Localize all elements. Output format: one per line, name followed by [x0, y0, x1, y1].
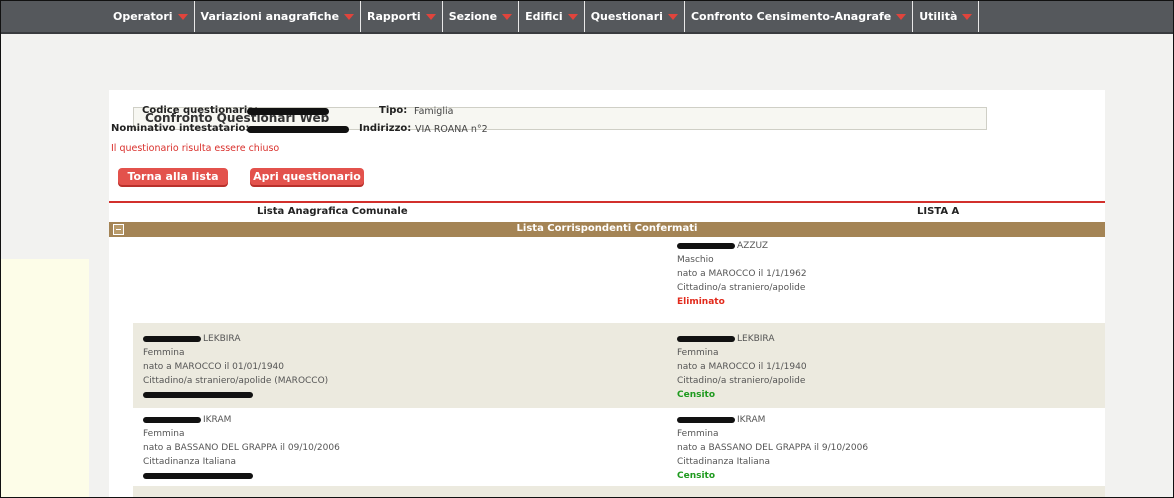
- left-side-panel: [1, 259, 89, 497]
- menu-utilita[interactable]: Utilità: [913, 1, 980, 32]
- menu-label: Operatori: [113, 10, 173, 23]
- menu-label: Variazioni anagrafiche: [200, 10, 340, 23]
- table-row: [133, 486, 1105, 497]
- birth-info: nato a MAROCCO il 01/01/1940: [143, 362, 284, 372]
- citizenship: Cittadinanza Italiana: [677, 457, 771, 467]
- menu-label: Confronto Censimento-Anagrafe: [690, 10, 892, 23]
- person-right: AZZUZ Maschio nato a MAROCCO il 1/1/1962…: [677, 239, 807, 309]
- section-title: Lista Corrispondenti Confermati: [516, 223, 698, 234]
- main-content: Confronto Questionari Web Codice questio…: [109, 90, 1105, 497]
- surname: LEKBIRA: [203, 334, 241, 344]
- divider-line: [109, 201, 1105, 203]
- menu-edifici[interactable]: Edifici: [519, 1, 585, 32]
- menu-rapporti[interactable]: Rapporti: [361, 1, 443, 32]
- redacted-code: [143, 473, 253, 479]
- citizenship: Cittadino/a straniero/apolide: [677, 376, 806, 386]
- gender: Femmina: [677, 429, 719, 439]
- open-questionnaire-button[interactable]: Apri questionario: [250, 168, 364, 185]
- menu-operatori[interactable]: Operatori: [107, 1, 195, 32]
- caret-down-icon: [962, 13, 973, 20]
- redacted-name: [677, 242, 735, 249]
- caret-down-icon: [502, 13, 513, 20]
- person-right: IKRAM Femmina nato a BASSANO DEL GRAPPA …: [677, 413, 868, 483]
- menu-variazioni-anagrafiche[interactable]: Variazioni anagrafiche: [195, 1, 362, 32]
- closed-warning: Il questionario risulta essere chiuso: [111, 143, 280, 154]
- gender: Femmina: [143, 429, 185, 439]
- birth-info: nato a MAROCCO il 1/1/1940: [677, 362, 807, 372]
- indirizzo-value: VIA ROANA n°2: [415, 124, 488, 135]
- status-badge: Eliminato: [677, 297, 725, 307]
- person-left: LEKBIRA Femmina nato a MAROCCO il 01/01/…: [143, 332, 328, 398]
- menu-sezione[interactable]: Sezione: [443, 1, 520, 32]
- redacted-name: [143, 335, 201, 342]
- surname: IKRAM: [203, 415, 232, 425]
- tipo-value: Famiglia: [414, 106, 454, 117]
- column-header-right: LISTA A: [917, 206, 960, 217]
- birth-info: nato a BASSANO DEL GRAPPA il 9/10/2006: [677, 443, 869, 453]
- table-row: LEKBIRA Femmina nato a MAROCCO il 01/01/…: [133, 323, 1105, 408]
- redacted-codice: [247, 108, 329, 115]
- redacted-name: [143, 416, 201, 423]
- caret-down-icon: [425, 13, 436, 20]
- browser-viewport: Operatori Variazioni anagrafiche Rapport…: [0, 0, 1174, 498]
- menu-label: Utilità: [919, 10, 958, 23]
- tipo-label: Tipo:: [379, 105, 408, 116]
- menu-label: Sezione: [448, 10, 498, 23]
- menu-label: Questionari: [590, 10, 663, 23]
- redacted-name: [677, 335, 735, 342]
- status-badge: Censito: [677, 390, 716, 400]
- redacted-name: [677, 416, 735, 423]
- citizenship: Cittadinanza Italiana: [143, 457, 237, 467]
- surname: LEKBIRA: [737, 334, 775, 344]
- surname: IKRAM: [737, 415, 766, 425]
- top-menu-bar: Operatori Variazioni anagrafiche Rapport…: [1, 1, 1173, 34]
- table-row: AZZUZ Maschio nato a MAROCCO il 1/1/1962…: [133, 237, 1105, 323]
- main-menu: Operatori Variazioni anagrafiche Rapport…: [107, 1, 980, 32]
- person-left: IKRAM Femmina nato a BASSANO DEL GRAPPA …: [143, 413, 340, 479]
- menu-label: Edifici: [525, 10, 563, 23]
- collapse-icon[interactable]: [113, 224, 124, 235]
- citizenship: Cittadino/a straniero/apolide (MAROCCO): [143, 376, 329, 386]
- caret-down-icon: [567, 13, 578, 20]
- codice-label: Codice questionario:: [142, 105, 259, 116]
- gender: Maschio: [677, 255, 714, 265]
- citizenship: Cittadino/a straniero/apolide: [677, 283, 806, 293]
- caret-down-icon: [344, 13, 355, 20]
- birth-info: nato a BASSANO DEL GRAPPA il 09/10/2006: [143, 443, 340, 453]
- caret-down-icon: [896, 13, 907, 20]
- redacted-code: [143, 392, 253, 398]
- indirizzo-label: Indirizzo:: [359, 123, 412, 134]
- status-badge: Censito: [677, 471, 716, 481]
- table-row: IKRAM Femmina nato a BASSANO DEL GRAPPA …: [133, 408, 1105, 486]
- section-header: Lista Corrispondenti Confermati: [109, 222, 1105, 237]
- back-to-list-button[interactable]: Torna alla lista: [118, 168, 228, 185]
- column-header-left: Lista Anagrafica Comunale: [257, 206, 408, 217]
- surname: AZZUZ: [737, 241, 769, 251]
- caret-down-icon: [667, 13, 678, 20]
- birth-info: nato a MAROCCO il 1/1/1962: [677, 269, 807, 279]
- gender: Femmina: [143, 348, 185, 358]
- menu-label: Rapporti: [367, 10, 421, 23]
- redacted-nominativo: [247, 126, 349, 133]
- menu-confronto-censimento-anagrafe[interactable]: Confronto Censimento-Anagrafe: [685, 1, 914, 32]
- caret-down-icon: [177, 13, 188, 20]
- person-right: LEKBIRA Femmina nato a MAROCCO il 1/1/19…: [677, 332, 807, 402]
- menu-questionari[interactable]: Questionari: [585, 1, 685, 32]
- gender: Femmina: [677, 348, 719, 358]
- nominativo-label: Nominativo intestatario:: [111, 123, 250, 134]
